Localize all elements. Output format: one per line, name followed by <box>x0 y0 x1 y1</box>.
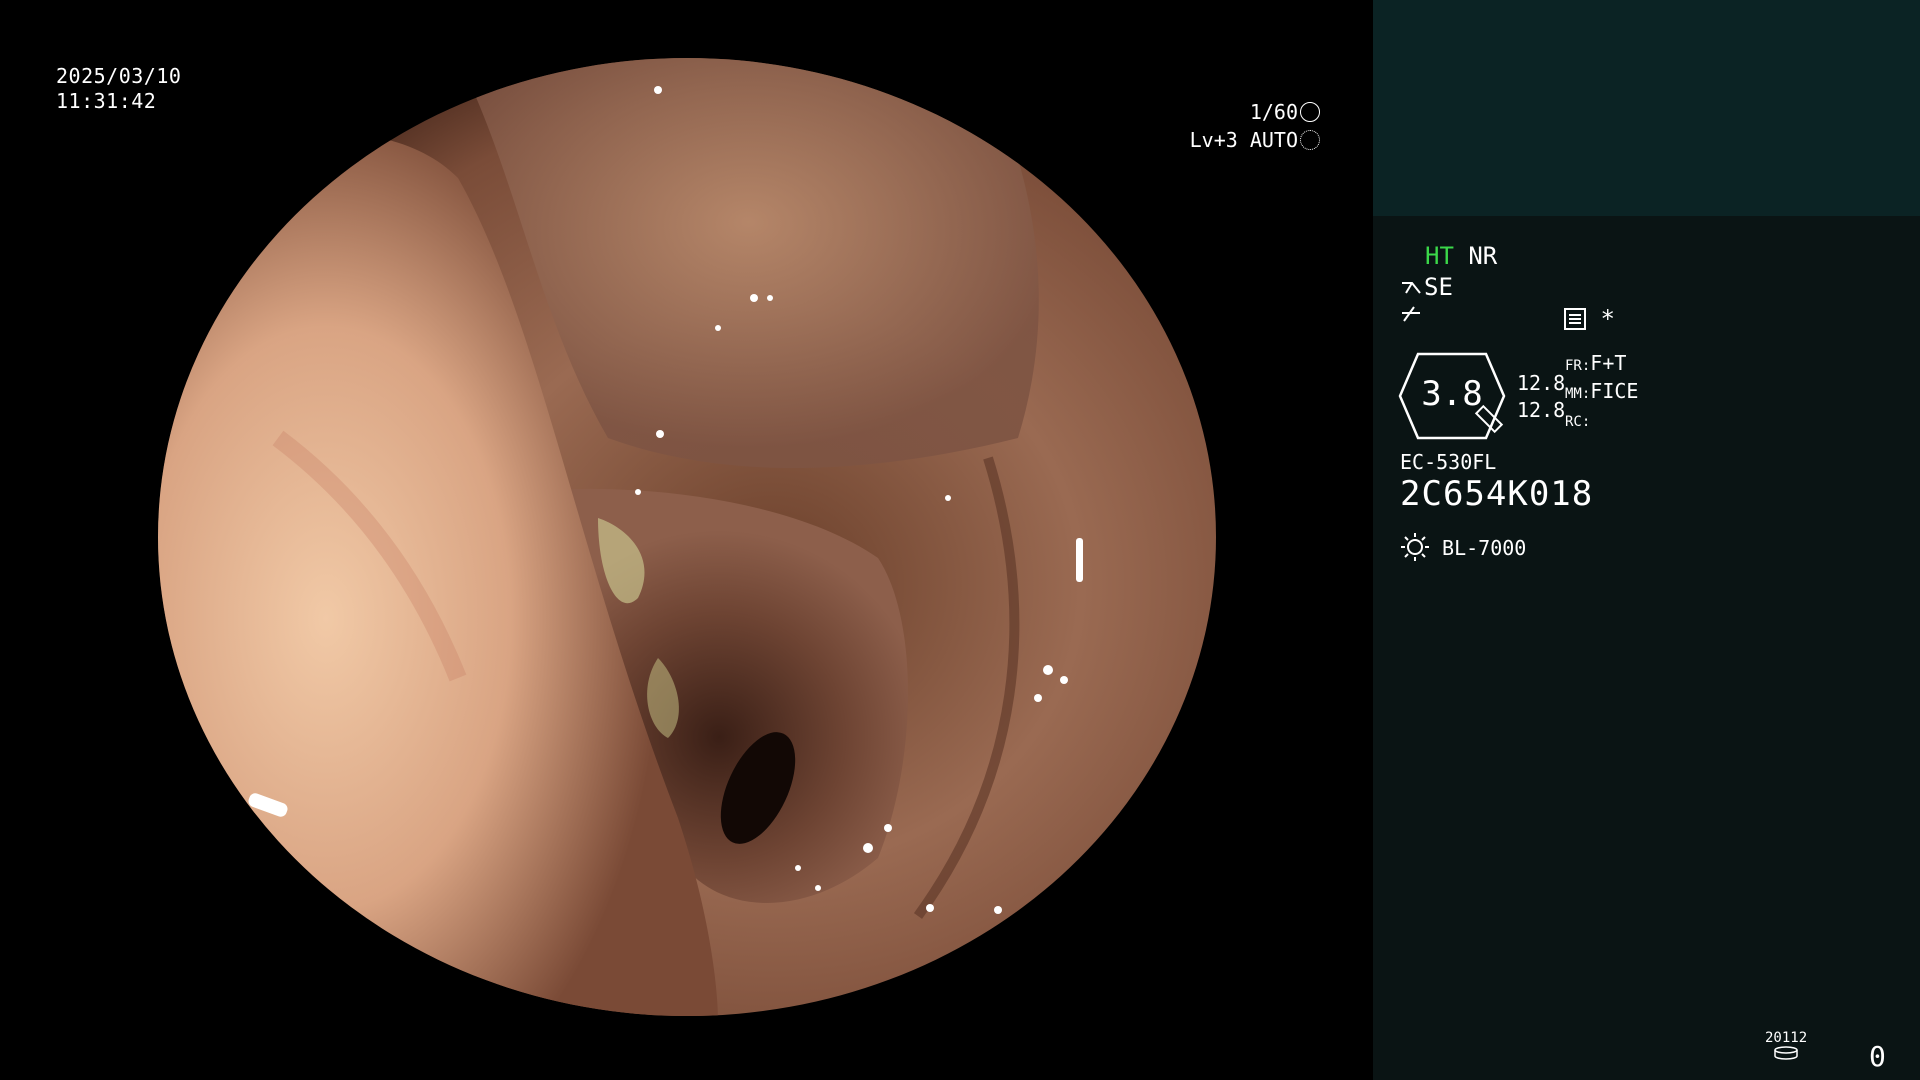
level-text: Lv+3 <box>1189 128 1238 152</box>
light-source-model: BL-7000 <box>1442 536 1527 560</box>
storage-label: 20112 <box>1765 1030 1808 1046</box>
shutter-icon <box>1300 102 1320 122</box>
endoscope-view: 2025/03/10 11:31:42 1/60 Lv+3 AUTO <box>0 0 1373 1080</box>
star-marker: * <box>1600 305 1615 333</box>
se-row: SE <box>1400 273 1453 301</box>
zoom-value: 3.8 <box>1421 374 1483 414</box>
nr-label: NR <box>1468 242 1498 270</box>
scope-serial: 2C654K018 <box>1400 474 1594 514</box>
storage-icon <box>1774 1046 1798 1060</box>
values-column: 12.8 12.8 <box>1517 370 1565 424</box>
iris-mode-text: AUTO <box>1249 128 1298 152</box>
endoscopic-image <box>158 58 1216 1016</box>
mm-label: MM: <box>1565 386 1591 402</box>
zoom-badge: 3.8 <box>1398 352 1506 440</box>
iris-row: Lv+3 AUTO <box>1190 126 1320 154</box>
mm-value: FICE <box>1590 379 1639 403</box>
menu-star-row: * <box>1564 305 1615 333</box>
info-panel: HT NR SE * 3.8 12.8 12.8 FR:F+T MM:FICE … <box>1373 0 1920 1080</box>
scissor-icon <box>1402 282 1421 294</box>
se-label: SE <box>1424 273 1453 301</box>
panel-header-area <box>1373 0 1920 216</box>
fr-value: F+T <box>1590 351 1627 375</box>
image-counter: 0 <box>1869 1040 1886 1073</box>
rc-label: RC: <box>1565 414 1591 430</box>
value-top: 12.8 <box>1517 371 1566 395</box>
fr-label: FR: <box>1565 358 1591 374</box>
ht-label: HT <box>1425 242 1454 270</box>
ht-nr-row: HT NR <box>1425 242 1497 270</box>
shutter-row: 1/60 <box>1190 98 1320 126</box>
mode-column: FR:F+T MM:FICE RC: <box>1565 350 1638 434</box>
lightning-icon <box>1402 306 1420 322</box>
colon-lumen-image <box>158 58 1216 1016</box>
value-bottom: 12.8 <box>1517 398 1566 422</box>
shutter-text: 1/60 <box>1249 100 1298 124</box>
date-text: 2025/03/10 <box>56 64 182 88</box>
menu-icon <box>1564 308 1586 330</box>
date-time-readout: 2025/03/10 11:31:42 <box>56 64 181 114</box>
exposure-readout: 1/60 Lv+3 AUTO <box>1190 98 1320 154</box>
scope-model: EC-530FL <box>1400 450 1497 474</box>
time-text: 11:31:42 <box>56 89 157 113</box>
iris-icon <box>1300 130 1320 150</box>
storage-indicator: 20112 <box>1765 1030 1807 1064</box>
lightning-row <box>1400 303 1422 333</box>
light-source-row: BL-7000 <box>1400 532 1526 562</box>
light-source-icon <box>1401 533 1429 561</box>
